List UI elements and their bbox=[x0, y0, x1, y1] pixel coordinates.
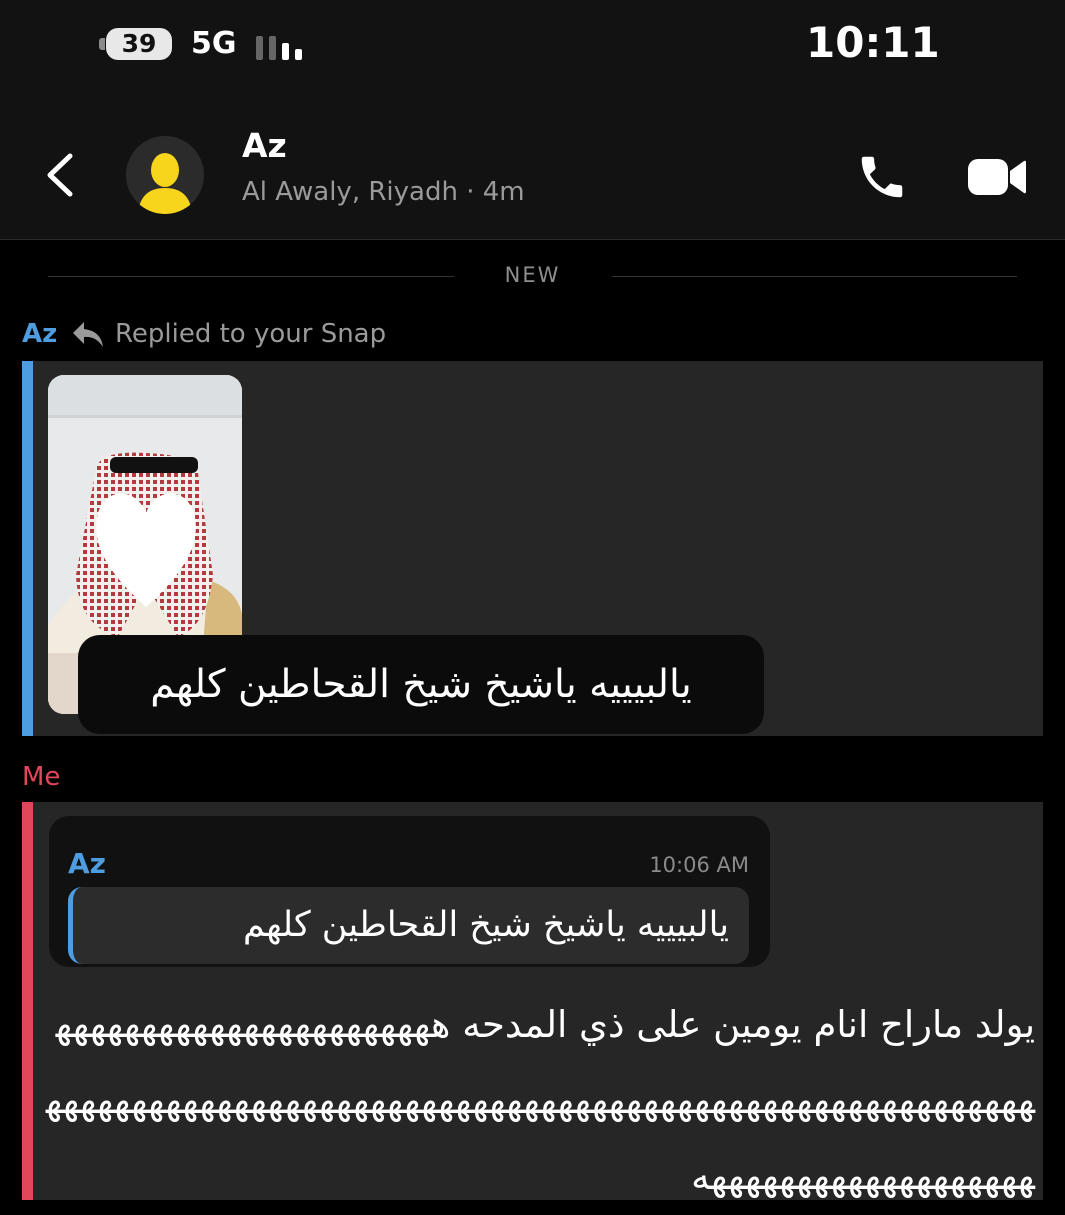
new-divider-label: NEW bbox=[504, 263, 561, 287]
divider-line-left bbox=[48, 276, 454, 277]
battery-tip bbox=[99, 38, 105, 50]
quoted-text: يالبيييه ياشيخ شيخ القحاطين كلهم bbox=[68, 887, 749, 964]
sender-color-bar bbox=[22, 802, 33, 1200]
avatar-icon bbox=[138, 153, 192, 214]
quoted-timestamp: 10:06 AM bbox=[649, 853, 749, 877]
avatar[interactable] bbox=[126, 136, 204, 214]
signal-icon bbox=[256, 30, 312, 60]
message-me[interactable]: Az 10:06 AM يالبيييه ياشيخ شيخ القحاطين … bbox=[22, 802, 1043, 1200]
status-time: 10:11 bbox=[806, 18, 940, 67]
video-camera-icon[interactable] bbox=[966, 155, 1028, 199]
sender-color-bar bbox=[22, 361, 33, 736]
replied-to-snap-label: Replied to your Snap bbox=[115, 319, 387, 349]
divider-line-right bbox=[612, 276, 1017, 277]
message-text: يولد ماراح انام يومين على ذي المدحه هههه… bbox=[45, 1003, 1035, 1198]
phone-icon[interactable] bbox=[855, 150, 909, 204]
contact-location: Al Awaly, Riyadh · 4m bbox=[242, 177, 525, 207]
quoted-message[interactable]: Az 10:06 AM يالبيييه ياشيخ شيخ القحاطين … bbox=[49, 816, 770, 967]
contact-name[interactable]: Az bbox=[242, 126, 287, 165]
sender-label-me: Me bbox=[22, 762, 61, 792]
sender-label-az: Az bbox=[22, 319, 58, 349]
message-az[interactable]: يالبيييه ياشيخ شيخ القحاطين كلهم bbox=[22, 361, 1043, 736]
network-type: 5G bbox=[191, 26, 237, 61]
quoted-sender: Az bbox=[68, 847, 106, 880]
status-bar: 39 5G 10:11 bbox=[0, 0, 1065, 95]
battery-icon: 39 bbox=[106, 28, 172, 60]
snap-caption: يالبيييه ياشيخ شيخ القحاطين كلهم bbox=[78, 635, 764, 734]
chat-header: Az Al Awaly, Riyadh · 4m bbox=[0, 95, 1065, 240]
back-icon[interactable] bbox=[40, 150, 80, 200]
reply-arrow-icon bbox=[73, 322, 103, 347]
